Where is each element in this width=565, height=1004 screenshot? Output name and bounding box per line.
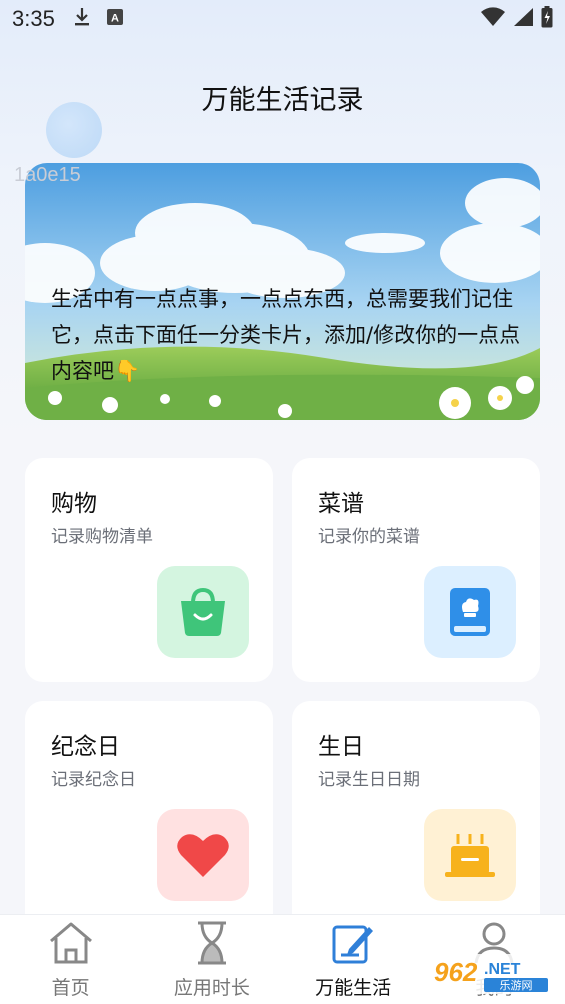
watermark-logo: 962 .NET 乐游网 [422,948,562,1000]
cake-icon [424,809,516,901]
nav-item-app-usage[interactable]: 应用时长 [141,915,282,1004]
status-bar: 3:35 A [0,0,565,38]
nav-label: 首页 [51,977,90,999]
card-title: 菜谱 [318,491,364,517]
nav-label: 应用时长 [173,977,250,999]
card-title: 购物 [51,491,97,517]
svg-text:A: A [111,12,119,24]
heart-icon [157,809,249,901]
svg-text:.NET: .NET [484,961,521,978]
card-title: 生日 [318,734,364,760]
card-title: 纪念日 [51,734,120,760]
download-icon [73,7,91,32]
card-birthday[interactable]: 生日 记录生日日期 [292,701,540,941]
a-keyboard-icon: A [106,8,123,30]
banner: 生活中有一点点事，一点点东西，总需要我们记住它，点击下面任一分类卡片，添加/修改… [25,163,540,420]
edit-note-icon [331,921,375,969]
card-subtitle: 记录生日日期 [318,770,420,790]
card-recipe[interactable]: 菜谱 记录你的菜谱 [292,458,540,682]
page-title: 万能生活记录 [201,85,364,116]
signal-icon [513,7,533,32]
banner-text: 生活中有一点点事，一点点东西，总需要我们记住它，点击下面任一分类卡片，添加/修改… [51,287,521,383]
nav-item-home[interactable]: 首页 [0,915,141,1004]
hourglass-icon [195,921,229,969]
nav-label: 万能生活 [315,977,392,999]
svg-text:962: 962 [434,957,478,987]
nav-item-life-records[interactable]: 万能生活 [283,915,424,1004]
svg-text:乐游网: 乐游网 [500,979,533,992]
home-icon [48,921,94,969]
status-time: 3:35 [12,6,55,31]
battery-icon [541,5,553,33]
card-subtitle: 记录你的菜谱 [318,527,420,547]
wifi-icon [481,6,505,32]
card-subtitle: 记录纪念日 [51,770,136,790]
card-shopping[interactable]: 购物 记录购物清单 [25,458,273,682]
watermark-code: 1a0e15 [14,164,81,186]
shopping-bag-icon [157,566,249,658]
card-subtitle: 记录购物清单 [51,527,153,547]
card-anniversary[interactable]: 纪念日 记录纪念日 [25,701,273,941]
recipe-book-icon [424,566,516,658]
